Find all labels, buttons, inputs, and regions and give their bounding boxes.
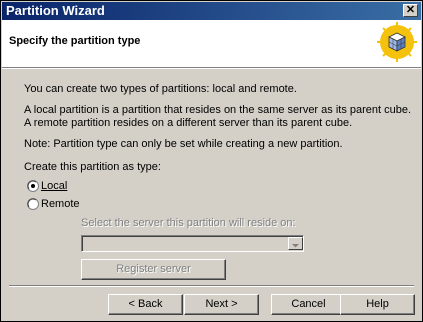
page-title: Specify the partition type xyxy=(9,35,141,47)
title-bar[interactable]: Partition Wizard ✕ xyxy=(2,2,421,20)
description-text: A local partition is a partition that re… xyxy=(24,104,412,129)
footer-divider-highlight xyxy=(9,286,414,287)
local-option-text: Local xyxy=(41,180,68,192)
wizard-header: Specify the partition type xyxy=(2,20,421,68)
cube-wizard-icon xyxy=(377,22,417,62)
server-combobox[interactable] xyxy=(81,235,304,252)
note-text: Note: Partition type can only be set whi… xyxy=(24,138,343,150)
local-radio[interactable] xyxy=(27,180,39,192)
server-select-label: Select the server this partition will re… xyxy=(81,217,296,229)
combobox-frame xyxy=(82,236,303,251)
back-button[interactable]: < Back xyxy=(108,294,183,315)
close-icon: ✕ xyxy=(405,4,416,16)
remote-radio-label[interactable]: Remote xyxy=(41,198,80,210)
close-button[interactable]: ✕ xyxy=(403,4,418,17)
next-button[interactable]: Next > xyxy=(184,294,259,315)
intro-text: You can create two types of partitions: … xyxy=(24,83,297,95)
partition-wizard-window: Partition Wizard ✕ Specify the partition… xyxy=(0,0,423,322)
combobox-dropdown-button[interactable] xyxy=(288,237,303,250)
window-title: Partition Wizard xyxy=(6,3,105,18)
register-server-button[interactable]: Register server xyxy=(81,259,226,280)
cancel-button[interactable]: Cancel xyxy=(271,294,346,315)
chevron-down-icon xyxy=(292,244,299,248)
help-button[interactable]: Help xyxy=(340,294,415,315)
local-radio-label[interactable]: Local xyxy=(41,180,67,192)
header-divider xyxy=(2,68,421,69)
create-type-label: Create this partition as type: xyxy=(24,161,161,173)
remote-option-text: Remote xyxy=(41,198,80,210)
remote-radio[interactable] xyxy=(27,198,39,210)
